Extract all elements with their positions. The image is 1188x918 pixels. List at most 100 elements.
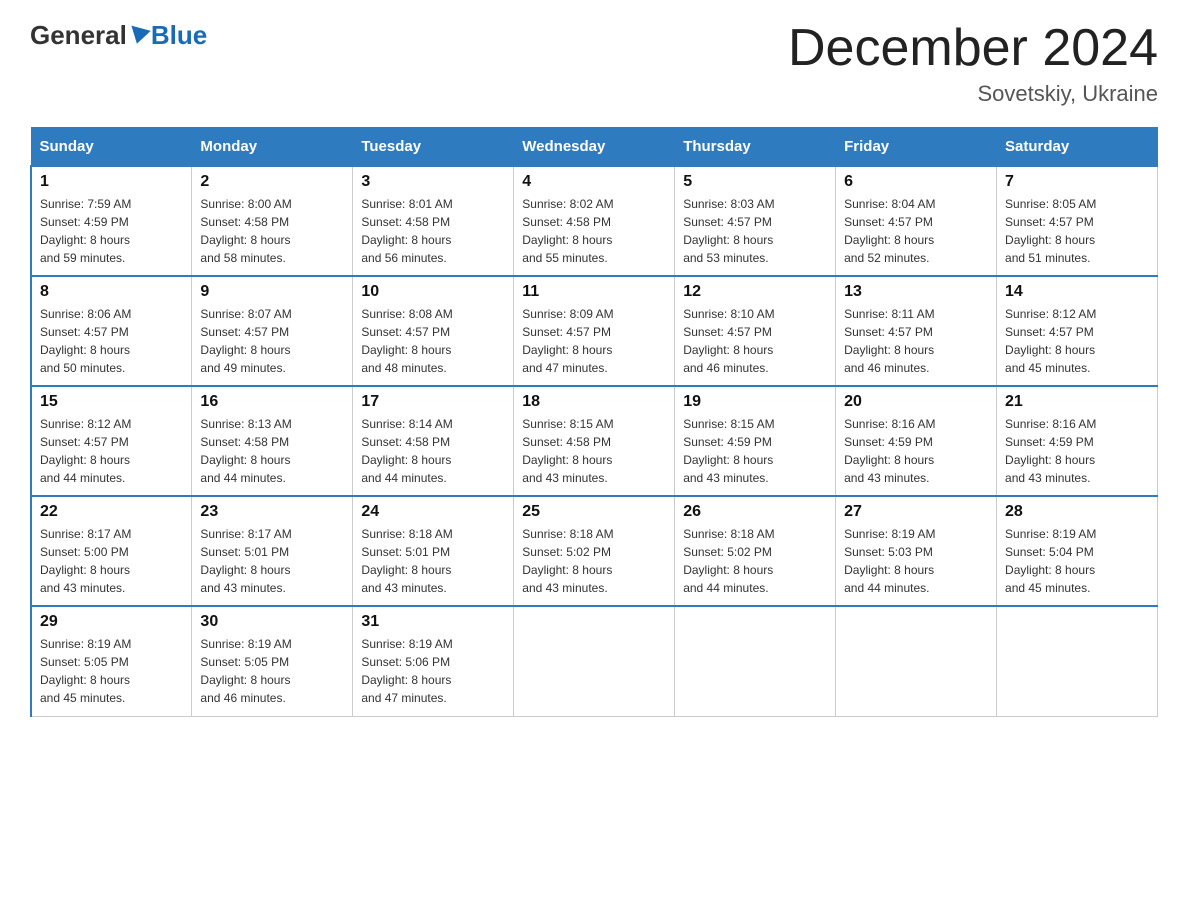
day-info: Sunrise: 8:15 AMSunset: 4:58 PMDaylight:… [522,415,666,487]
title-area: December 2024 Sovetskiy, Ukraine [788,20,1158,107]
calendar-cell [675,606,836,716]
day-number: 7 [1005,173,1149,191]
day-info: Sunrise: 8:01 AMSunset: 4:58 PMDaylight:… [361,195,505,267]
calendar-cell: 10 Sunrise: 8:08 AMSunset: 4:57 PMDaylig… [353,276,514,386]
day-info: Sunrise: 8:12 AMSunset: 4:57 PMDaylight:… [40,415,183,487]
day-number: 25 [522,503,666,521]
day-info: Sunrise: 8:10 AMSunset: 4:57 PMDaylight:… [683,305,827,377]
day-number: 16 [200,393,344,411]
day-info: Sunrise: 8:17 AMSunset: 5:00 PMDaylight:… [40,525,183,597]
logo-general-text: General [30,20,127,51]
calendar-cell: 29 Sunrise: 8:19 AMSunset: 5:05 PMDaylig… [31,606,192,716]
calendar-cell: 15 Sunrise: 8:12 AMSunset: 4:57 PMDaylig… [31,386,192,496]
calendar-cell: 18 Sunrise: 8:15 AMSunset: 4:58 PMDaylig… [514,386,675,496]
day-number: 17 [361,393,505,411]
day-number: 13 [844,283,988,301]
calendar-cell: 27 Sunrise: 8:19 AMSunset: 5:03 PMDaylig… [836,496,997,606]
calendar-cell: 22 Sunrise: 8:17 AMSunset: 5:00 PMDaylig… [31,496,192,606]
subtitle: Sovetskiy, Ukraine [788,81,1158,107]
calendar-cell: 30 Sunrise: 8:19 AMSunset: 5:05 PMDaylig… [192,606,353,716]
calendar-cell: 8 Sunrise: 8:06 AMSunset: 4:57 PMDayligh… [31,276,192,386]
day-number: 4 [522,173,666,191]
day-info: Sunrise: 8:03 AMSunset: 4:57 PMDaylight:… [683,195,827,267]
day-number: 29 [40,613,183,631]
calendar-cell: 3 Sunrise: 8:01 AMSunset: 4:58 PMDayligh… [353,166,514,276]
day-number: 27 [844,503,988,521]
calendar-week-row: 8 Sunrise: 8:06 AMSunset: 4:57 PMDayligh… [31,276,1158,386]
calendar-header-sunday: Sunday [31,128,192,167]
calendar-header-tuesday: Tuesday [353,128,514,167]
calendar-cell: 21 Sunrise: 8:16 AMSunset: 4:59 PMDaylig… [997,386,1158,496]
day-info: Sunrise: 8:09 AMSunset: 4:57 PMDaylight:… [522,305,666,377]
calendar-header-wednesday: Wednesday [514,128,675,167]
day-info: Sunrise: 8:05 AMSunset: 4:57 PMDaylight:… [1005,195,1149,267]
day-number: 19 [683,393,827,411]
day-number: 22 [40,503,183,521]
calendar-cell: 23 Sunrise: 8:17 AMSunset: 5:01 PMDaylig… [192,496,353,606]
page-title: December 2024 [788,20,1158,77]
day-number: 12 [683,283,827,301]
day-number: 3 [361,173,505,191]
day-info: Sunrise: 8:19 AMSunset: 5:04 PMDaylight:… [1005,525,1149,597]
calendar-cell: 5 Sunrise: 8:03 AMSunset: 4:57 PMDayligh… [675,166,836,276]
day-info: Sunrise: 8:12 AMSunset: 4:57 PMDaylight:… [1005,305,1149,377]
calendar-week-row: 1 Sunrise: 7:59 AMSunset: 4:59 PMDayligh… [31,166,1158,276]
day-number: 18 [522,393,666,411]
calendar-cell: 6 Sunrise: 8:04 AMSunset: 4:57 PMDayligh… [836,166,997,276]
day-number: 20 [844,393,988,411]
day-number: 5 [683,173,827,191]
calendar-cell: 4 Sunrise: 8:02 AMSunset: 4:58 PMDayligh… [514,166,675,276]
calendar-cell: 7 Sunrise: 8:05 AMSunset: 4:57 PMDayligh… [997,166,1158,276]
calendar-cell: 2 Sunrise: 8:00 AMSunset: 4:58 PMDayligh… [192,166,353,276]
day-info: Sunrise: 8:14 AMSunset: 4:58 PMDaylight:… [361,415,505,487]
day-number: 14 [1005,283,1149,301]
day-info: Sunrise: 8:08 AMSunset: 4:57 PMDaylight:… [361,305,505,377]
day-info: Sunrise: 8:00 AMSunset: 4:58 PMDaylight:… [200,195,344,267]
logo: General Blue [30,20,207,51]
day-number: 15 [40,393,183,411]
calendar-header-monday: Monday [192,128,353,167]
day-number: 26 [683,503,827,521]
day-info: Sunrise: 8:18 AMSunset: 5:02 PMDaylight:… [683,525,827,597]
calendar-week-row: 15 Sunrise: 8:12 AMSunset: 4:57 PMDaylig… [31,386,1158,496]
calendar-cell: 25 Sunrise: 8:18 AMSunset: 5:02 PMDaylig… [514,496,675,606]
day-number: 9 [200,283,344,301]
day-info: Sunrise: 8:19 AMSunset: 5:03 PMDaylight:… [844,525,988,597]
calendar-cell: 13 Sunrise: 8:11 AMSunset: 4:57 PMDaylig… [836,276,997,386]
day-number: 10 [361,283,505,301]
calendar-cell: 28 Sunrise: 8:19 AMSunset: 5:04 PMDaylig… [997,496,1158,606]
calendar-cell: 12 Sunrise: 8:10 AMSunset: 4:57 PMDaylig… [675,276,836,386]
day-info: Sunrise: 8:18 AMSunset: 5:02 PMDaylight:… [522,525,666,597]
day-number: 2 [200,173,344,191]
calendar-cell [997,606,1158,716]
day-info: Sunrise: 8:17 AMSunset: 5:01 PMDaylight:… [200,525,344,597]
logo-area: General Blue [30,20,207,51]
day-number: 28 [1005,503,1149,521]
calendar-week-row: 29 Sunrise: 8:19 AMSunset: 5:05 PMDaylig… [31,606,1158,716]
day-number: 6 [844,173,988,191]
day-number: 1 [40,173,183,191]
calendar-cell: 11 Sunrise: 8:09 AMSunset: 4:57 PMDaylig… [514,276,675,386]
day-info: Sunrise: 7:59 AMSunset: 4:59 PMDaylight:… [40,195,183,267]
header: General Blue December 2024 Sovetskiy, Uk… [30,20,1158,107]
day-info: Sunrise: 8:19 AMSunset: 5:05 PMDaylight:… [200,635,344,707]
calendar-cell: 1 Sunrise: 7:59 AMSunset: 4:59 PMDayligh… [31,166,192,276]
day-info: Sunrise: 8:16 AMSunset: 4:59 PMDaylight:… [1005,415,1149,487]
day-info: Sunrise: 8:19 AMSunset: 5:06 PMDaylight:… [361,635,505,707]
calendar-cell [514,606,675,716]
day-number: 11 [522,283,666,301]
day-info: Sunrise: 8:07 AMSunset: 4:57 PMDaylight:… [200,305,344,377]
logo-blue-text: Blue [151,20,207,51]
calendar-cell: 17 Sunrise: 8:14 AMSunset: 4:58 PMDaylig… [353,386,514,496]
calendar-cell: 24 Sunrise: 8:18 AMSunset: 5:01 PMDaylig… [353,496,514,606]
calendar-cell: 20 Sunrise: 8:16 AMSunset: 4:59 PMDaylig… [836,386,997,496]
calendar-week-row: 22 Sunrise: 8:17 AMSunset: 5:00 PMDaylig… [31,496,1158,606]
day-number: 24 [361,503,505,521]
day-number: 30 [200,613,344,631]
day-number: 31 [361,613,505,631]
calendar-cell: 26 Sunrise: 8:18 AMSunset: 5:02 PMDaylig… [675,496,836,606]
day-info: Sunrise: 8:18 AMSunset: 5:01 PMDaylight:… [361,525,505,597]
calendar-cell: 14 Sunrise: 8:12 AMSunset: 4:57 PMDaylig… [997,276,1158,386]
logo-triangle-icon [127,25,150,46]
calendar-cell: 9 Sunrise: 8:07 AMSunset: 4:57 PMDayligh… [192,276,353,386]
